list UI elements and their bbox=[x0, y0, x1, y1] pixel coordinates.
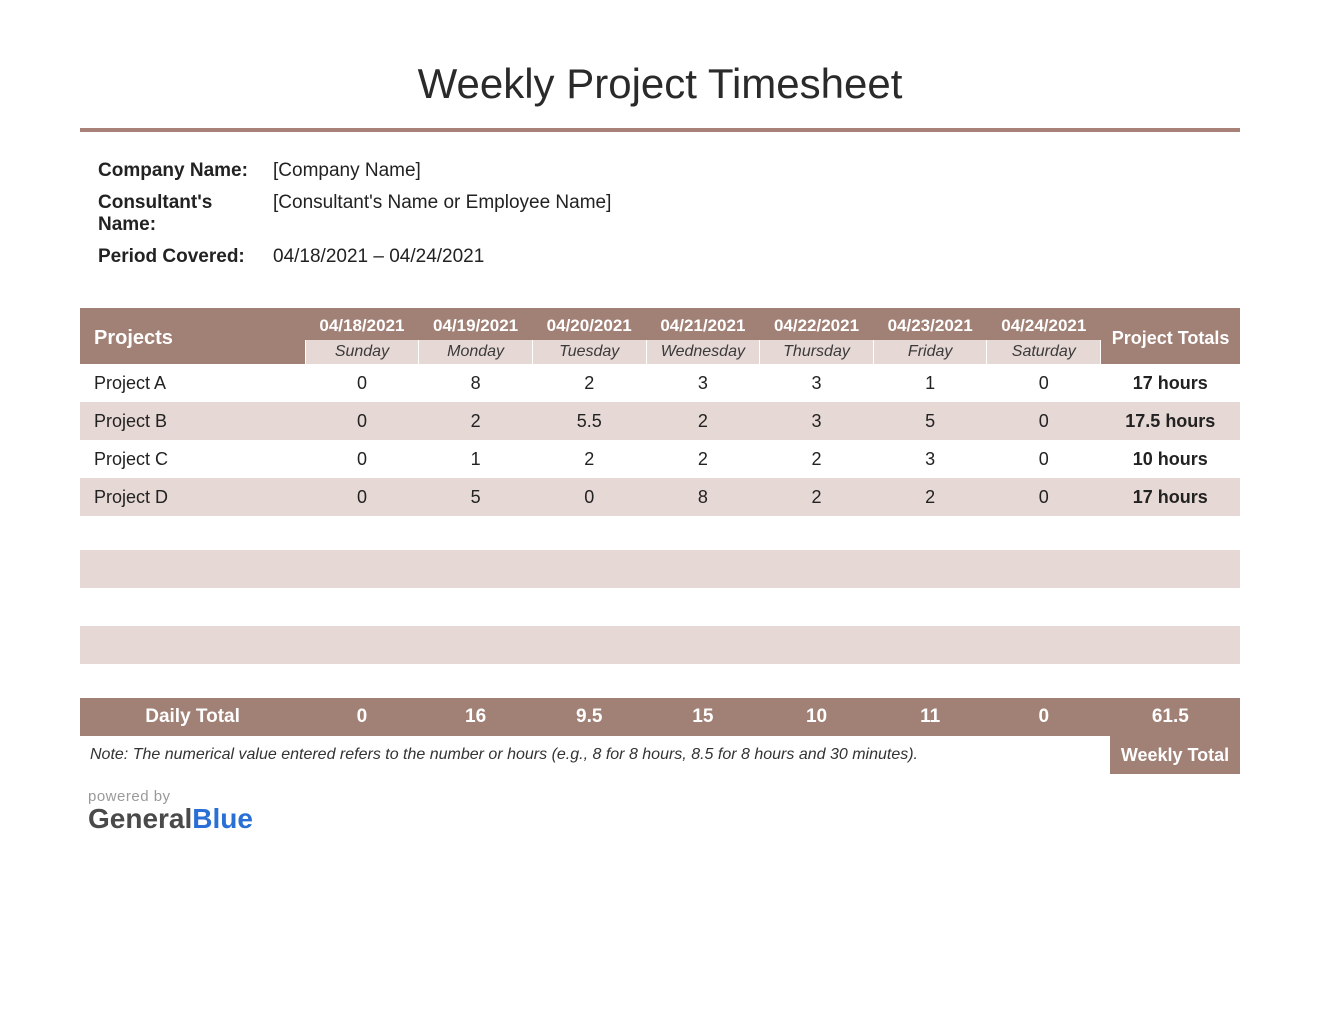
brand-logo: GeneralBlue bbox=[88, 803, 1240, 835]
company-value: [Company Name] bbox=[273, 160, 421, 182]
hours-cell: 5 bbox=[419, 478, 533, 516]
hours-cell: 0 bbox=[987, 402, 1101, 440]
daily-total-1: 16 bbox=[419, 698, 533, 736]
project-total: 10 hours bbox=[1101, 440, 1240, 478]
spacer-block bbox=[80, 550, 1240, 664]
powered-by-block: powered by GeneralBlue bbox=[88, 788, 1240, 835]
note-text: Note: The numerical value entered refers… bbox=[80, 736, 1110, 774]
footer-row: Note: The numerical value entered refers… bbox=[80, 736, 1240, 774]
daily-total-6: 0 bbox=[987, 698, 1101, 736]
title-rule bbox=[80, 128, 1240, 132]
company-label: Company Name: bbox=[98, 160, 273, 182]
table-row: Project B025.5235017.5 hours bbox=[80, 402, 1240, 440]
hours-cell: 5 bbox=[873, 402, 987, 440]
project-name: Project A bbox=[80, 364, 305, 402]
period-label: Period Covered: bbox=[98, 246, 273, 268]
project-name: Project B bbox=[80, 402, 305, 440]
hours-cell: 3 bbox=[760, 402, 874, 440]
col-date-0: 04/18/2021 bbox=[305, 308, 419, 340]
hours-cell: 8 bbox=[646, 478, 760, 516]
col-date-1: 04/19/2021 bbox=[419, 308, 533, 340]
hours-cell: 2 bbox=[532, 364, 646, 402]
spacer-bar bbox=[80, 550, 1240, 588]
hours-cell: 2 bbox=[646, 440, 760, 478]
daily-total-4: 10 bbox=[760, 698, 874, 736]
project-total: 17 hours bbox=[1101, 478, 1240, 516]
consultant-value: [Consultant's Name or Employee Name] bbox=[273, 192, 611, 236]
daily-total-label: Daily Total bbox=[80, 698, 305, 736]
col-day-3: Wednesday bbox=[646, 340, 760, 364]
hours-cell: 8 bbox=[419, 364, 533, 402]
hours-cell: 0 bbox=[305, 440, 419, 478]
col-day-4: Thursday bbox=[760, 340, 874, 364]
project-name: Project C bbox=[80, 440, 305, 478]
hours-cell: 3 bbox=[646, 364, 760, 402]
daily-total-3: 15 bbox=[646, 698, 760, 736]
hours-cell: 3 bbox=[760, 364, 874, 402]
meta-block: Company Name: [Company Name] Consultant'… bbox=[98, 160, 1240, 268]
col-date-5: 04/23/2021 bbox=[873, 308, 987, 340]
daily-total-table: Daily Total 0 16 9.5 15 10 11 0 61.5 bbox=[80, 698, 1240, 736]
project-total: 17 hours bbox=[1101, 364, 1240, 402]
daily-total-0: 0 bbox=[305, 698, 419, 736]
table-row: Project A082331017 hours bbox=[80, 364, 1240, 402]
col-day-5: Friday bbox=[873, 340, 987, 364]
col-day-2: Tuesday bbox=[532, 340, 646, 364]
hours-cell: 0 bbox=[305, 364, 419, 402]
hours-cell: 2 bbox=[760, 440, 874, 478]
table-row: Project C012223010 hours bbox=[80, 440, 1240, 478]
table-row: Project D050822017 hours bbox=[80, 478, 1240, 516]
col-date-3: 04/21/2021 bbox=[646, 308, 760, 340]
hours-cell: 2 bbox=[760, 478, 874, 516]
consultant-label: Consultant's Name: bbox=[98, 192, 273, 236]
col-projects: Projects bbox=[80, 308, 305, 364]
col-date-4: 04/22/2021 bbox=[760, 308, 874, 340]
hours-cell: 0 bbox=[987, 478, 1101, 516]
hours-cell: 0 bbox=[305, 402, 419, 440]
hours-cell: 3 bbox=[873, 440, 987, 478]
hours-cell: 2 bbox=[419, 402, 533, 440]
col-day-0: Sunday bbox=[305, 340, 419, 364]
project-total: 17.5 hours bbox=[1101, 402, 1240, 440]
spacer-bar bbox=[80, 626, 1240, 664]
hours-cell: 1 bbox=[419, 440, 533, 478]
hours-cell: 0 bbox=[532, 478, 646, 516]
page-title: Weekly Project Timesheet bbox=[80, 60, 1240, 108]
col-day-6: Saturday bbox=[987, 340, 1101, 364]
hours-cell: 2 bbox=[646, 402, 760, 440]
hours-cell: 2 bbox=[532, 440, 646, 478]
hours-cell: 0 bbox=[987, 440, 1101, 478]
daily-total-5: 11 bbox=[873, 698, 987, 736]
col-project-totals: Project Totals bbox=[1101, 308, 1240, 364]
hours-cell: 5.5 bbox=[532, 402, 646, 440]
daily-total-2: 9.5 bbox=[532, 698, 646, 736]
hours-cell: 1 bbox=[873, 364, 987, 402]
hours-cell: 0 bbox=[987, 364, 1101, 402]
col-date-2: 04/20/2021 bbox=[532, 308, 646, 340]
period-value: 04/18/2021 – 04/24/2021 bbox=[273, 246, 484, 268]
timesheet-table: Projects 04/18/2021 04/19/2021 04/20/202… bbox=[80, 308, 1240, 516]
col-date-6: 04/24/2021 bbox=[987, 308, 1101, 340]
weekly-total-label: Weekly Total bbox=[1110, 736, 1240, 774]
col-day-1: Monday bbox=[419, 340, 533, 364]
daily-total-grand: 61.5 bbox=[1101, 698, 1240, 736]
project-name: Project D bbox=[80, 478, 305, 516]
brand-general: General bbox=[88, 803, 192, 834]
hours-cell: 2 bbox=[873, 478, 987, 516]
hours-cell: 0 bbox=[305, 478, 419, 516]
brand-blue: Blue bbox=[192, 803, 253, 834]
